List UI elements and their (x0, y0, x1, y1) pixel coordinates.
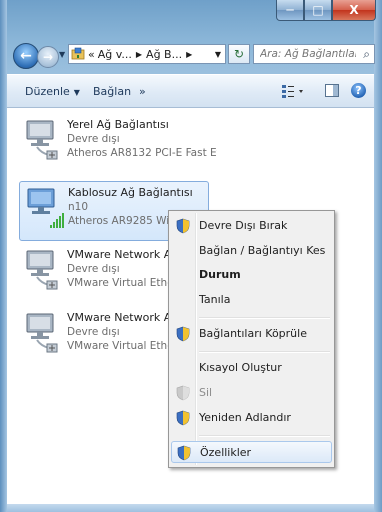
help-button[interactable]: ? (351, 83, 366, 98)
preview-pane-icon[interactable] (325, 84, 339, 97)
item-text: Yerel Ağ Bağlantısı Devre dışı Atheros A… (67, 118, 217, 160)
refresh-button[interactable]: ↻ (228, 44, 250, 64)
breadcrumb-separator-icon[interactable]: ▶ (186, 50, 192, 59)
menu-separator (199, 317, 330, 319)
close-button[interactable]: X (332, 0, 376, 21)
menu-separator (199, 351, 330, 353)
network-folder-icon (71, 47, 85, 60)
menu-item-label: Sil (199, 386, 213, 399)
recent-pages-dropdown[interactable]: ▼ (59, 50, 65, 59)
menu-item-delete: Sil (171, 382, 332, 404)
context-menu: Devre Dışı Bırak Bağlan / Bağlantıyı Kes… (168, 210, 335, 468)
menu-item-connect-disconnect[interactable]: Bağlan / Bağlantıyı Kes (171, 240, 332, 262)
connection-name: Kablosuz Ağ Bağlantısı (68, 186, 193, 199)
minimize-button[interactable]: ─ (276, 0, 304, 21)
caption-buttons: ─ □ X (276, 0, 376, 22)
shield-icon (176, 385, 190, 401)
address-bar[interactable]: « Ağ v... ▶ Ağ B... ▶ ▼ (68, 44, 226, 64)
command-bar: Düzenle ▼ Bağlan » ? (7, 74, 374, 108)
menu-item-label: Durum (199, 268, 241, 281)
breadcrumb-network-sharing[interactable]: Ağ B... (146, 48, 182, 61)
menu-item-rename[interactable]: Yeniden Adlandır (171, 407, 332, 429)
wireless-network-icon (27, 188, 64, 228)
menu-item-create-shortcut[interactable]: Kısayol Oluştur (171, 357, 332, 379)
change-view-icon[interactable] (281, 83, 305, 99)
maximize-button[interactable]: □ (304, 0, 332, 21)
shield-icon (176, 326, 190, 342)
refresh-icon: ↻ (233, 47, 245, 61)
menu-item-label: Bağlantıları Köprüle (199, 327, 307, 340)
connect-button[interactable]: Bağlan (93, 85, 131, 98)
breadcrumb-network-internet[interactable]: Ağ v... (98, 48, 132, 61)
help-icon: ? (355, 84, 362, 97)
menu-separator (199, 435, 330, 437)
address-dropdown-icon[interactable]: ▼ (215, 50, 221, 59)
forward-button[interactable]: → (37, 46, 59, 68)
menu-item-bridge[interactable]: Bağlantıları Köprüle (171, 323, 332, 345)
organize-menu[interactable]: Düzenle ▼ (25, 85, 80, 98)
organize-label: Düzenle (25, 85, 70, 98)
menu-item-label: Tanıla (199, 293, 231, 306)
more-commands-button[interactable]: » (139, 85, 146, 98)
menu-item-label: Bağlan / Bağlantıyı Kes (199, 244, 326, 257)
search-box[interactable]: ⌕ (253, 44, 375, 64)
menu-item-diagnose[interactable]: Tanıla (171, 289, 332, 311)
back-button[interactable]: ← (13, 43, 39, 69)
menu-item-label: Kısayol Oluştur (199, 361, 282, 374)
shield-icon (176, 410, 190, 426)
shield-icon (177, 445, 191, 461)
wired-network-icon (26, 250, 58, 290)
menu-item-label: Devre Dışı Bırak (199, 219, 288, 232)
window-border-left (0, 0, 7, 512)
window-bottom-border (7, 504, 374, 512)
connection-name: Yerel Ağ Bağlantısı (67, 118, 169, 131)
window-border-right (374, 0, 382, 512)
menu-item-properties[interactable]: Özellikler (171, 441, 332, 463)
chevron-down-icon: ▼ (73, 88, 80, 97)
wired-network-icon (26, 120, 58, 160)
menu-item-disable[interactable]: Devre Dışı Bırak (171, 215, 332, 237)
search-input[interactable] (258, 47, 358, 61)
shield-icon (176, 218, 190, 234)
menu-item-label: Özellikler (200, 446, 252, 459)
search-icon[interactable]: ⌕ (363, 47, 370, 62)
menu-item-label: Yeniden Adlandır (199, 411, 291, 424)
arrow-left-icon: ← (20, 48, 32, 64)
arrow-right-icon: → (42, 50, 54, 64)
breadcrumb-separator-icon[interactable]: ▶ (136, 50, 142, 59)
menu-item-status[interactable]: Durum (171, 264, 332, 286)
connection-device: Atheros AR8132 PCI-E Fast Ethern... (67, 147, 217, 159)
list-item[interactable]: Yerel Ağ Bağlantısı Devre dışı Atheros A… (19, 114, 217, 174)
connection-status: Devre dışı (67, 133, 120, 145)
breadcrumb-overflow[interactable]: « (88, 48, 95, 61)
wired-network-icon (26, 313, 58, 353)
